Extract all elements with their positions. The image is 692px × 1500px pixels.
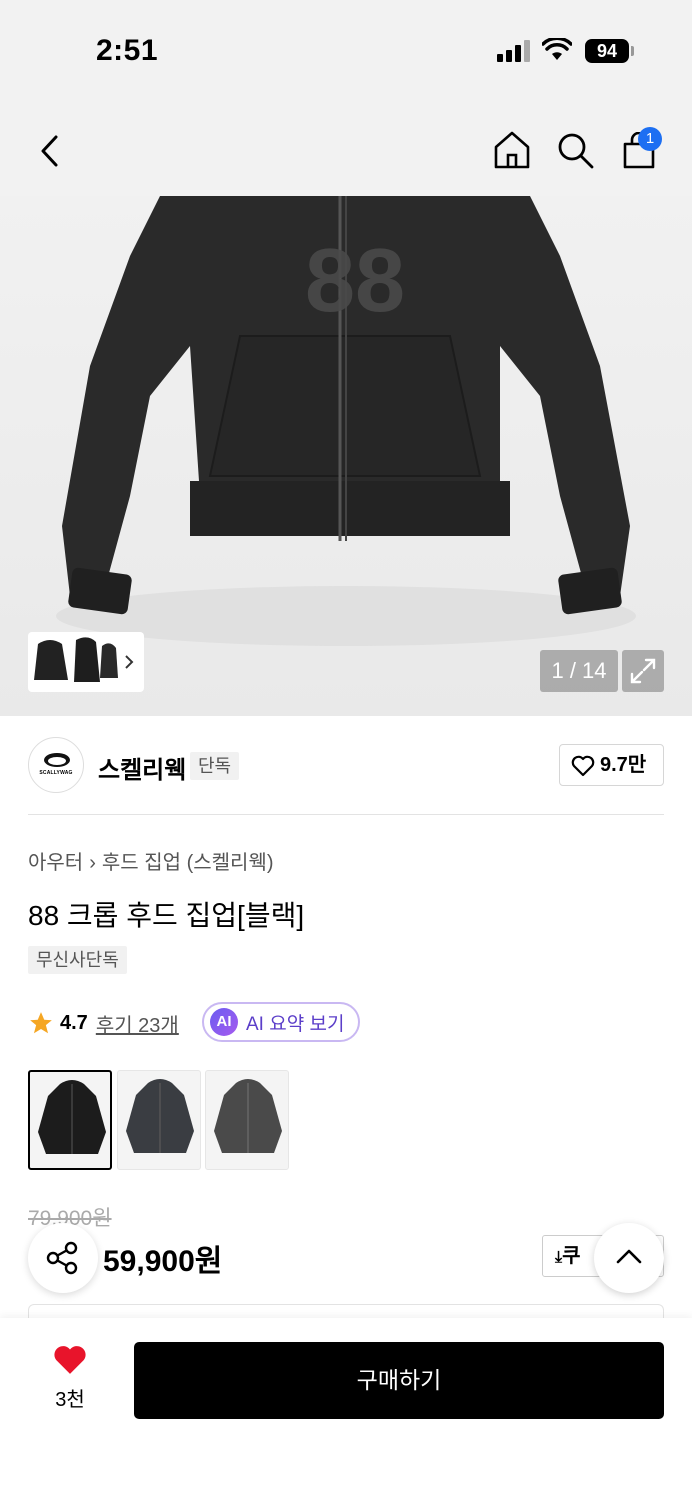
ai-summary-label: AI 요약 보기 [246, 1013, 345, 1035]
variant-image [214, 1079, 282, 1153]
wishlist-count: 3천 [55, 1389, 85, 1411]
battery-tip [631, 46, 634, 56]
brand-like-button[interactable]: 9.7만 [559, 744, 664, 786]
gallery-thumbnail-strip[interactable] [28, 632, 144, 692]
color-variant-2[interactable] [117, 1070, 201, 1170]
thumbnail-images [34, 637, 134, 682]
rating-row: 4.7 후기 23개 [28, 1008, 179, 1038]
battery-indicator: 94 [585, 39, 629, 63]
breadcrumb-subcategory[interactable]: 후드 집업 (스켈리웩) [102, 852, 274, 874]
wifi-icon [542, 38, 572, 60]
color-variant-1[interactable] [28, 1070, 112, 1170]
heart-outline-icon [571, 755, 595, 777]
buy-button[interactable]: 구매하기 [134, 1342, 664, 1419]
share-icon [46, 1241, 78, 1275]
divider [28, 814, 664, 815]
home-icon[interactable] [493, 130, 531, 170]
brand-exclusive-tag: 단독 [190, 752, 240, 780]
sale-price: 59,900원 [103, 1245, 223, 1278]
brand-logo[interactable]: SCALLYWAG [28, 737, 84, 793]
scroll-top-button[interactable] [594, 1223, 664, 1293]
rating-score: 4.7 [60, 1011, 88, 1034]
back-arrow-icon[interactable] [38, 134, 62, 168]
brand-like-count: 9.7만 [600, 754, 647, 776]
chevron-up-icon [616, 1249, 642, 1264]
brand-logo-icon [44, 753, 70, 767]
status-bar: 2:51 94 [0, 0, 692, 100]
expand-image-button[interactable] [622, 650, 664, 692]
coupon-label: 쿠 [562, 1245, 581, 1267]
variant-image [126, 1079, 194, 1153]
ai-icon: AI [210, 1008, 238, 1036]
brand-logo-text: SCALLYWAG [39, 770, 73, 776]
image-counter: 1 / 14 [540, 650, 618, 692]
signal-icon [497, 40, 533, 62]
expand-icon [630, 658, 656, 684]
svg-text:88: 88 [305, 231, 405, 331]
variant-image [38, 1080, 106, 1154]
search-icon[interactable] [556, 131, 596, 171]
status-time: 2:51 [96, 34, 159, 67]
product-title: 88 크롭 후드 집업[블랙] [28, 900, 305, 931]
review-count-link[interactable]: 후기 23개 [96, 1009, 179, 1038]
share-button[interactable] [28, 1223, 98, 1293]
star-icon [30, 1012, 52, 1034]
breadcrumb: 아우터 › 후드 집업 (스켈리웩) [28, 846, 274, 875]
ai-summary-button[interactable]: AI AI 요약 보기 [202, 1002, 361, 1042]
color-variant-3[interactable] [205, 1070, 289, 1170]
brand-name[interactable]: 스켈리웩 [98, 750, 186, 785]
breadcrumb-category[interactable]: 아우터 [28, 852, 83, 874]
chevron-right-icon: › [89, 852, 96, 874]
wishlist-button[interactable]: 3천 [40, 1344, 100, 1412]
cart-count-badge: 1 [638, 127, 662, 151]
exclusive-badge: 무신사단독 [28, 946, 127, 974]
heart-filled-icon [54, 1346, 86, 1374]
